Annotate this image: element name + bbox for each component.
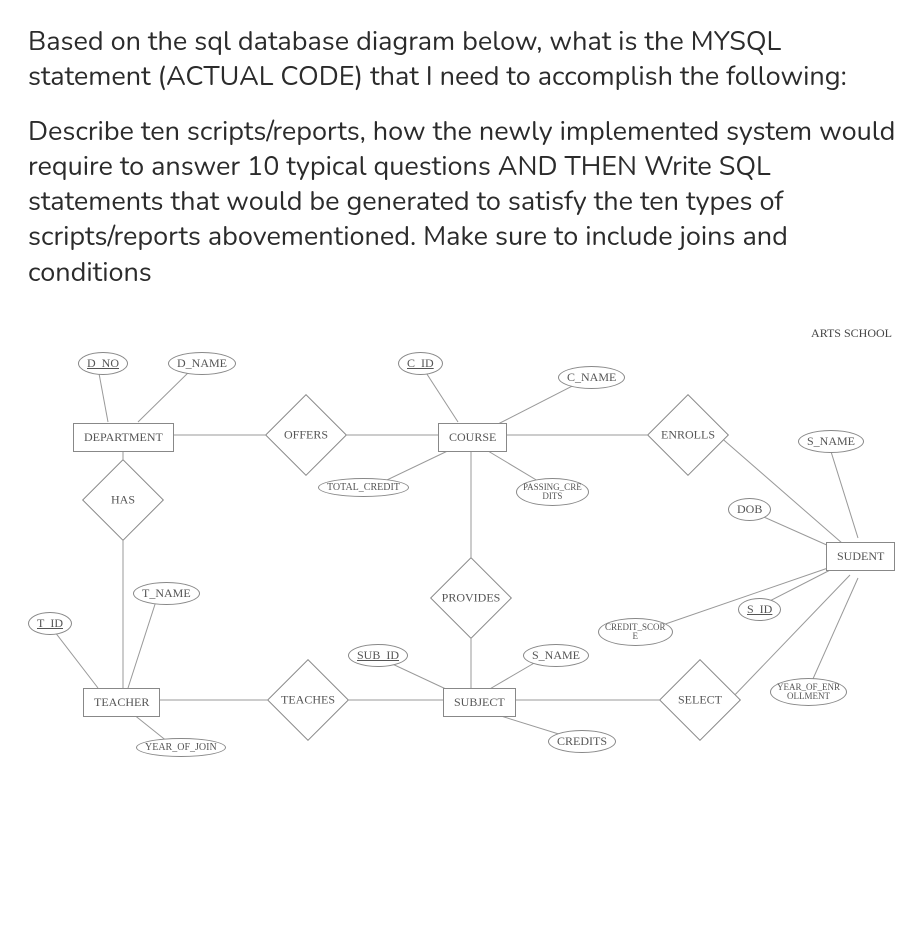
entity-course: COURSE xyxy=(438,423,507,452)
attr-s-name-subject: S_NAME xyxy=(523,644,589,667)
attr-d-no: D_NO xyxy=(78,352,128,375)
attr-total-credit: TOTAL_CREDIT xyxy=(318,478,409,497)
rel-select: SELECT xyxy=(660,680,740,720)
question-paragraph-1: Based on the sql database diagram below,… xyxy=(28,24,896,94)
attr-credit-score: CREDIT_SCORE xyxy=(598,618,673,646)
attr-t-id: T_ID xyxy=(28,612,72,635)
er-diagram: ARTS SCHOOL DEPARTMENT D_NO D_NAME OFFER… xyxy=(28,320,896,780)
entity-subject: SUBJECT xyxy=(443,688,516,717)
entity-department: DEPARTMENT xyxy=(73,423,174,452)
attr-t-name: T_NAME xyxy=(133,582,200,605)
attr-passing-credits: PASSING_CREDITS xyxy=(516,478,589,506)
attr-year-of-enrollment: YEAR_OF_ENROLLMENT xyxy=(770,678,847,706)
attr-s-id: S_ID xyxy=(738,598,781,621)
rel-enrolls: ENROLLS xyxy=(648,415,728,455)
attr-sub-id: SUB_ID xyxy=(348,644,408,667)
attr-dob: DOB xyxy=(728,498,771,521)
rel-has: HAS xyxy=(83,480,163,520)
entity-teacher: TEACHER xyxy=(83,688,160,717)
attr-s-name-student: S_NAME xyxy=(798,430,864,453)
entity-student: SUDENT xyxy=(826,542,895,571)
attr-year-of-join: YEAR_OF_JOIN xyxy=(136,738,226,757)
attr-c-id: C_ID xyxy=(398,352,443,375)
attr-credits: CREDITS xyxy=(548,730,616,753)
rel-provides: PROVIDES xyxy=(431,578,511,618)
page: Based on the sql database diagram below,… xyxy=(0,0,924,942)
rel-teaches: TEACHES xyxy=(268,680,348,720)
attr-c-name: C_NAME xyxy=(558,366,625,389)
question-paragraph-2: Describe ten scripts/reports, how the ne… xyxy=(28,114,896,289)
diagram-title: ARTS SCHOOL xyxy=(811,326,892,341)
attr-d-name: D_NAME xyxy=(168,352,236,375)
rel-offers: OFFERS xyxy=(266,415,346,455)
